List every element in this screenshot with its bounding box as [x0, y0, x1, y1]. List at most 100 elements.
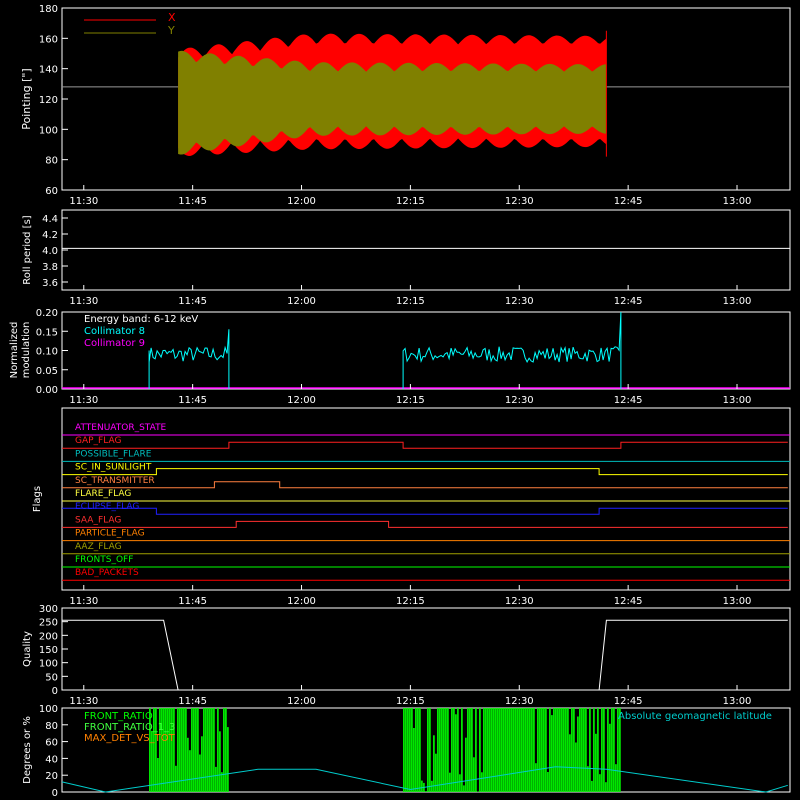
front-ratio-bar — [205, 708, 207, 792]
legend-y-label: Y — [167, 24, 175, 37]
front-ratio-bar — [581, 708, 583, 792]
front-ratio-bar — [421, 780, 423, 792]
y-tick-label: 0.15 — [36, 327, 58, 338]
time-tick-label: 11:30 — [69, 696, 98, 707]
front-ratio-bar — [551, 715, 553, 792]
front-ratio-bar — [557, 708, 559, 792]
time-tick-label: 11:45 — [178, 196, 207, 207]
time-tick-label: 12:00 — [287, 196, 316, 207]
front-ratio-bar — [491, 708, 493, 792]
front-ratio-bar — [555, 708, 557, 792]
front-ratio-bar — [495, 708, 497, 792]
front-ratio-bar — [517, 708, 519, 792]
front-ratio-bar — [497, 708, 499, 792]
y-tick-label: 300 — [39, 604, 58, 615]
front-ratio-bar — [189, 750, 191, 792]
front-ratio-bar — [547, 772, 549, 792]
flag-label: BAD_PACKETS — [75, 568, 139, 578]
time-tick-label: 12:15 — [396, 196, 425, 207]
front-ratio-bar — [463, 785, 465, 792]
front-ratio-bar — [499, 708, 501, 792]
time-tick-label: 11:30 — [69, 296, 98, 307]
front-ratio-bar — [413, 728, 415, 792]
front-ratio-bar — [501, 708, 503, 792]
time-tick-label: 11:30 — [69, 596, 98, 607]
front-ratio-bar — [459, 774, 461, 792]
y-tick-label: 80 — [45, 156, 58, 167]
flags-ylabel: Flags — [32, 486, 43, 512]
front-ratio-bar — [203, 708, 205, 792]
y-tick-label: 200 — [39, 631, 58, 642]
front-ratio-bar — [451, 708, 453, 792]
front-ratio-bar — [169, 708, 171, 792]
time-tick-label: 12:45 — [614, 395, 643, 406]
front-ratio-bar — [165, 708, 167, 792]
front-ratio-bar — [595, 733, 597, 792]
front-ratio-bar — [489, 708, 491, 792]
front-ratio-bar — [525, 708, 527, 792]
y-tick-label: 0.00 — [36, 385, 58, 396]
front-ratio-bar — [571, 708, 573, 792]
front-ratio-bar — [515, 708, 517, 792]
legend-collimator8: Collimator 8 — [84, 326, 145, 337]
time-tick-label: 12:30 — [505, 196, 534, 207]
front-ratio-bar — [493, 708, 495, 792]
front-ratio-bar — [519, 708, 521, 792]
front-ratio-bar — [569, 734, 571, 792]
front-ratio-bar — [447, 708, 449, 792]
front-ratio-bar — [563, 708, 565, 792]
front-ratio-bar — [417, 708, 419, 792]
front-ratio-bar — [609, 723, 611, 792]
front-ratio-bar — [171, 708, 173, 792]
time-tick-label: 12:45 — [614, 296, 643, 307]
time-tick-label: 11:30 — [69, 395, 98, 406]
front-ratio-bar — [467, 708, 469, 792]
front-ratio-bar — [181, 708, 183, 792]
y-tick-label: 20 — [45, 771, 58, 782]
front-ratio-bar — [223, 708, 225, 792]
energy-band-annotation: Energy band: 6-12 keV — [84, 314, 198, 325]
front-ratio-bar — [587, 766, 589, 792]
legend-max-det: MAX_DET_VS_TOT — [84, 733, 176, 744]
y-tick-label: 140 — [39, 65, 58, 76]
y-tick-label: 40 — [45, 754, 58, 765]
ratio-ylabel: Degrees or % — [22, 716, 33, 784]
modulation-ylabel-line2: modulation — [21, 322, 32, 379]
y-tick-label: 250 — [39, 618, 58, 629]
front-ratio-bar — [175, 765, 177, 792]
time-tick-label: 13:00 — [723, 296, 752, 307]
front-ratio-bar — [455, 714, 457, 792]
front-ratio-bar — [461, 708, 463, 792]
front-ratio-bar — [537, 708, 539, 792]
front-ratio-bar — [457, 708, 459, 792]
front-ratio-bar — [545, 708, 547, 792]
front-ratio-bar — [429, 708, 431, 792]
front-ratio-bar — [213, 708, 215, 792]
front-ratio-bar — [477, 791, 479, 792]
flag-label: ATTENUATOR_STATE — [75, 423, 167, 433]
time-tick-label: 12:15 — [396, 296, 425, 307]
front-ratio-bar — [433, 735, 435, 792]
front-ratio-bar — [153, 708, 155, 792]
front-ratio-bar — [513, 708, 515, 792]
front-ratio-bar — [573, 708, 575, 792]
legend-front-ratio: FRONT_RATIO — [84, 711, 153, 722]
y-tick-label: 60 — [45, 738, 58, 749]
front-ratio-bar — [435, 753, 437, 792]
front-ratio-bar — [163, 708, 165, 792]
roll-ylabel: Roll period [s] — [22, 215, 33, 284]
time-tick-label: 11:45 — [178, 296, 207, 307]
front-ratio-bar — [403, 708, 405, 792]
front-ratio-bar — [449, 772, 451, 792]
front-ratio-bar — [443, 708, 445, 792]
front-ratio-bar — [605, 782, 607, 792]
flag-label: SAA_FLAG — [75, 515, 121, 525]
front-ratio-bar — [529, 708, 531, 792]
y-tick-label: 0.20 — [36, 308, 58, 319]
front-ratio-bar — [167, 708, 169, 792]
front-ratio-bar — [195, 708, 197, 792]
legend-x-label: X — [168, 11, 176, 24]
time-tick-label: 11:45 — [178, 696, 207, 707]
front-ratio-bar — [575, 742, 577, 792]
front-ratio-bar — [553, 708, 555, 792]
